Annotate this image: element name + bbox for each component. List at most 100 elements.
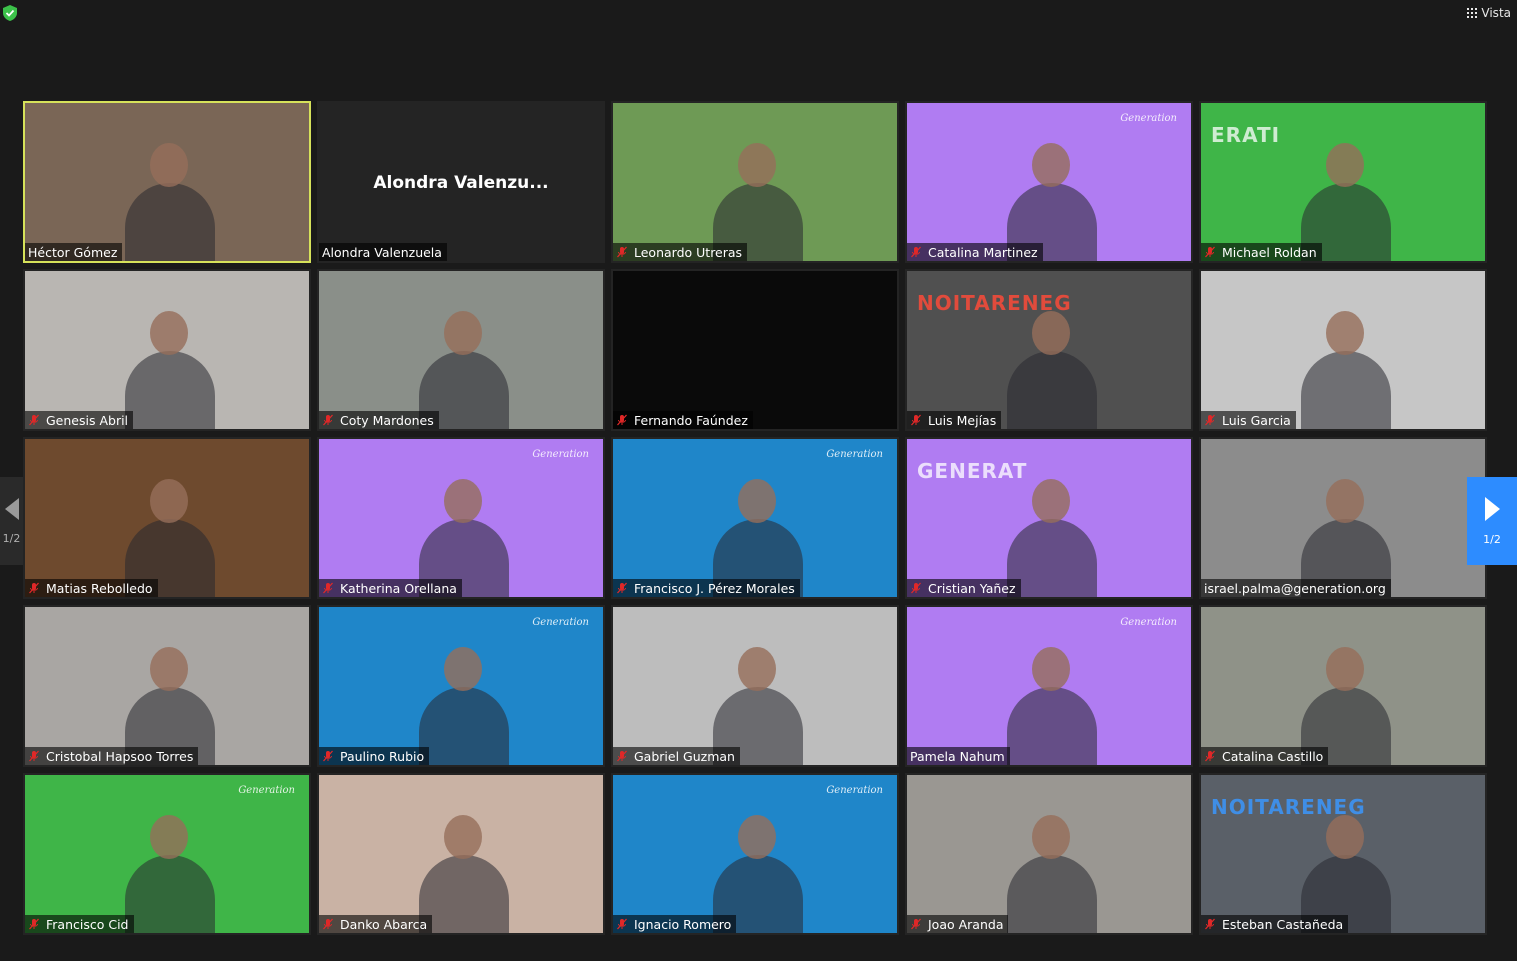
participant-head xyxy=(150,815,188,859)
participant-head xyxy=(1032,311,1070,355)
participant-tile[interactable]: israel.palma@generation.org xyxy=(1199,437,1487,599)
participant-head xyxy=(738,143,776,187)
participant-name-label: Catalina Martinez xyxy=(907,243,1043,261)
participant-name: Luis Mejías xyxy=(928,412,997,428)
next-page-button[interactable]: 1/2 xyxy=(1467,477,1517,565)
participant-tile[interactable]: Generation Francisco Cid xyxy=(23,773,311,935)
participant-name-label: Danko Abarca xyxy=(319,915,433,933)
brand-logo: Generation xyxy=(238,785,295,796)
video-feed: Generation xyxy=(25,775,309,933)
participant-tile[interactable]: NOITARENEG Luis Mejías xyxy=(905,269,1193,431)
participant-tile[interactable]: Cristobal Hapsoo Torres xyxy=(23,605,311,767)
participant-name: Gabriel Guzman xyxy=(634,748,735,764)
participant-tile[interactable]: Gabriel Guzman xyxy=(611,605,899,767)
video-feed: ERATI xyxy=(1201,103,1485,261)
microphone-muted-icon xyxy=(322,750,334,762)
participant-tile[interactable]: Generation Ignacio Romero xyxy=(611,773,899,935)
view-toggle-button[interactable]: Vista xyxy=(1467,5,1511,21)
participant-name: Genesis Abril xyxy=(46,412,129,428)
video-feed: Generation xyxy=(907,607,1191,765)
video-feed xyxy=(25,607,309,765)
participant-head xyxy=(738,647,776,691)
participant-name: Danko Abarca xyxy=(340,916,428,932)
participant-tile[interactable]: Leonardo Utreras xyxy=(611,101,899,263)
participant-tile[interactable]: NOITARENEG Esteban Castañeda xyxy=(1199,773,1487,935)
microphone-muted-icon xyxy=(322,918,334,930)
participant-name-label: Cristobal Hapsoo Torres xyxy=(25,747,199,765)
participant-tile[interactable]: Generation Paulino Rubio xyxy=(317,605,605,767)
video-feed xyxy=(613,103,897,261)
participant-tile[interactable]: Generation Pamela Nahum xyxy=(905,605,1193,767)
participant-name-label: Ignacio Romero xyxy=(613,915,737,933)
participant-tile[interactable]: ERATI Michael Roldan xyxy=(1199,101,1487,263)
participant-name-label: Cristian Yañez xyxy=(907,579,1021,597)
participant-tile[interactable]: Danko Abarca xyxy=(317,773,605,935)
participant-tile[interactable]: Alondra Valenzu... Alondra Valenzuela xyxy=(317,101,605,263)
microphone-muted-icon xyxy=(28,750,40,762)
participant-name: Alondra Valenzuela xyxy=(322,244,442,260)
microphone-muted-icon xyxy=(616,414,628,426)
participant-tile[interactable]: Joao Aranda xyxy=(905,773,1193,935)
participant-tile[interactable]: Luis Garcia xyxy=(1199,269,1487,431)
video-feed: Generation xyxy=(613,775,897,933)
participant-silhouette xyxy=(1007,687,1097,765)
page-indicator-right: 1/2 xyxy=(1483,532,1501,546)
video-feed: Generation xyxy=(319,607,603,765)
participant-head xyxy=(1326,311,1364,355)
participant-name: Cristobal Hapsoo Torres xyxy=(46,748,194,764)
participant-head xyxy=(444,479,482,523)
participant-name: Leonardo Utreras xyxy=(634,244,743,260)
participant-head xyxy=(1326,647,1364,691)
participant-name: Paulino Rubio xyxy=(340,748,425,764)
microphone-muted-icon xyxy=(1204,918,1216,930)
participant-head xyxy=(444,815,482,859)
participant-name-label: israel.palma@generation.org xyxy=(1201,579,1391,597)
participant-name: Esteban Castañeda xyxy=(1222,916,1344,932)
security-shield-icon[interactable] xyxy=(3,5,17,21)
gallery-view: Héctor Gómez Alondra Valenzu... Alondra Va… xyxy=(23,101,1490,938)
microphone-muted-icon xyxy=(616,918,628,930)
participant-tile[interactable]: Generation Katherina Orellana xyxy=(317,437,605,599)
participant-tile[interactable]: Catalina Castillo xyxy=(1199,605,1487,767)
video-feed: Generation xyxy=(319,439,603,597)
participant-tile[interactable]: GENERAT Cristian Yañez xyxy=(905,437,1193,599)
video-feed xyxy=(25,103,309,261)
background-banner-text: NOITARENEG xyxy=(1211,795,1366,819)
participant-name-label: Michael Roldan xyxy=(1201,243,1322,261)
participant-tile[interactable]: Generation Francisco J. Pérez Morales xyxy=(611,437,899,599)
participant-head xyxy=(150,479,188,523)
participant-tile[interactable]: Matias Rebolledo xyxy=(23,437,311,599)
participant-name: Pamela Nahum xyxy=(910,748,1005,764)
participant-name: Cristian Yañez xyxy=(928,580,1016,596)
microphone-muted-icon xyxy=(616,750,628,762)
participant-head xyxy=(1032,647,1070,691)
participant-head xyxy=(1032,143,1070,187)
video-feed: NOITARENEG xyxy=(1201,775,1485,933)
brand-logo: Generation xyxy=(532,449,589,460)
participant-tile[interactable]: Fernando Faúndez xyxy=(611,269,899,431)
video-feed: Generation xyxy=(907,103,1191,261)
participant-head xyxy=(1326,479,1364,523)
video-feed xyxy=(613,607,897,765)
participant-name-label: Coty Mardones xyxy=(319,411,439,429)
microphone-muted-icon xyxy=(28,414,40,426)
video-feed xyxy=(25,271,309,429)
participant-name-label: Gabriel Guzman xyxy=(613,747,740,765)
participant-tile[interactable]: Héctor Gómez xyxy=(23,101,311,263)
participant-head xyxy=(738,479,776,523)
participant-tile[interactable]: Generation Catalina Martinez xyxy=(905,101,1193,263)
previous-page-button[interactable]: 1/2 xyxy=(0,477,23,565)
participant-tile[interactable]: Genesis Abril xyxy=(23,269,311,431)
microphone-muted-icon xyxy=(28,582,40,594)
participant-name-label: Paulino Rubio xyxy=(319,747,430,765)
participant-head xyxy=(444,311,482,355)
participant-name-label: Francisco J. Pérez Morales xyxy=(613,579,800,597)
participant-head xyxy=(444,647,482,691)
participant-silhouette xyxy=(1007,351,1097,429)
participant-name: Héctor Gómez xyxy=(28,244,118,260)
brand-logo: Generation xyxy=(1120,113,1177,124)
participant-tile[interactable]: Coty Mardones xyxy=(317,269,605,431)
brand-logo: Generation xyxy=(826,785,883,796)
microphone-muted-icon xyxy=(1204,246,1216,258)
video-feed xyxy=(1201,439,1485,597)
